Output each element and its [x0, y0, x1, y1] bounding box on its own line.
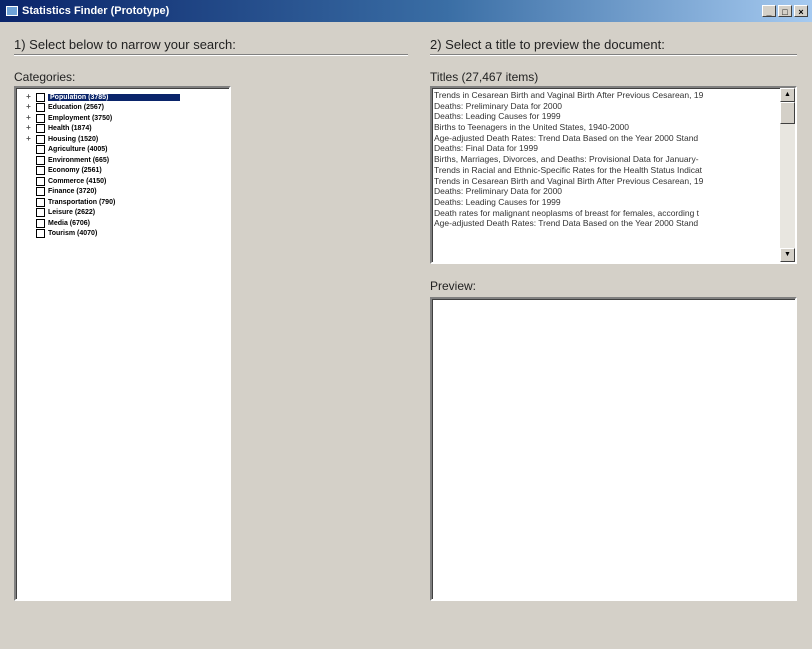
- category-label: Commerce (4150): [48, 177, 107, 185]
- title-list-item[interactable]: Deaths: Preliminary Data for 2000: [434, 101, 779, 112]
- title-list-item[interactable]: Births, Marriages, Divorces, and Deaths:…: [434, 154, 779, 165]
- category-label: Health (1874): [48, 125, 92, 133]
- category-label: Environment (665): [48, 156, 110, 164]
- category-label: Media (6706): [48, 219, 91, 227]
- category-item[interactable]: +Agriculture (4005): [18, 145, 227, 156]
- expand-plus-icon[interactable]: +: [24, 134, 33, 144]
- step2-divider: [430, 54, 797, 56]
- title-list-item[interactable]: Deaths: Leading Causes for 1999: [434, 197, 779, 208]
- category-checkbox[interactable]: [36, 134, 45, 144]
- category-item[interactable]: +Transportation (790): [18, 197, 227, 208]
- window-title: Statistics Finder (Prototype): [22, 5, 170, 17]
- category-checkbox[interactable]: [36, 124, 45, 134]
- category-label: Education (2567): [48, 104, 105, 112]
- title-list-item[interactable]: Deaths: Leading Causes for 1999: [434, 111, 779, 122]
- category-label: Agriculture (4005): [48, 146, 108, 154]
- title-list-item[interactable]: Deaths: Preliminary Data for 2000: [434, 186, 779, 197]
- category-checkbox[interactable]: [36, 145, 45, 155]
- scroll-up-arrow-icon[interactable]: ▲: [780, 88, 795, 102]
- category-item[interactable]: +Tourism (4070): [18, 229, 227, 240]
- minimize-button[interactable]: _: [762, 5, 776, 17]
- title-bar[interactable]: Statistics Finder (Prototype) _ □ ×: [0, 0, 812, 22]
- category-item[interactable]: +Commerce (4150): [18, 176, 227, 187]
- scroll-thumb[interactable]: [780, 102, 795, 124]
- title-list-item[interactable]: Trends in Racial and Ethnic-Specific Rat…: [434, 165, 779, 176]
- title-list-item[interactable]: Death rates for malignant neoplasms of b…: [434, 208, 779, 219]
- category-label: Housing (1520): [48, 135, 99, 143]
- step1-divider: [14, 54, 408, 56]
- category-item[interactable]: + Health (1874): [18, 124, 227, 135]
- step2-heading: 2) Select a title to preview the documen…: [430, 37, 665, 52]
- scroll-down-arrow-icon[interactable]: ▼: [780, 248, 795, 262]
- titles-listbox[interactable]: Trends in Cesarean Birth and Vaginal Bir…: [430, 86, 797, 264]
- category-item[interactable]: +Environment (665): [18, 155, 227, 166]
- titles-label: Titles (27,467 items): [430, 70, 539, 84]
- category-checkbox[interactable]: [36, 176, 45, 186]
- preview-label: Preview:: [430, 279, 477, 293]
- category-item[interactable]: +Media (6706): [18, 218, 227, 229]
- category-label: Leisure (2622): [48, 209, 96, 217]
- category-checkbox[interactable]: [36, 166, 45, 176]
- title-list-item[interactable]: Age-adjusted Death Rates: Trend Data Bas…: [434, 133, 779, 144]
- titles-scrollbar[interactable]: ▲ ▼: [780, 88, 795, 262]
- category-checkbox[interactable]: [36, 208, 45, 218]
- maximize-button[interactable]: □: [778, 5, 792, 17]
- category-item[interactable]: + Housing (1520): [18, 134, 227, 145]
- app-icon: [6, 6, 18, 16]
- preview-pane[interactable]: [430, 297, 797, 601]
- window-controls: _ □ ×: [762, 5, 812, 17]
- title-list-item[interactable]: Births to Teenagers in the United States…: [434, 122, 779, 133]
- category-checkbox[interactable]: [36, 155, 45, 165]
- category-checkbox[interactable]: [36, 113, 45, 123]
- close-button[interactable]: ×: [794, 5, 808, 17]
- category-checkbox[interactable]: [36, 187, 45, 197]
- category-label: Transportation (790): [48, 198, 116, 206]
- categories-tree[interactable]: + Population (3785) + Education (2567) + Empl…: [14, 86, 231, 601]
- expand-plus-icon[interactable]: +: [24, 124, 33, 133]
- expand-plus-icon[interactable]: +: [24, 103, 33, 112]
- category-item[interactable]: +Leisure (2622): [18, 208, 227, 219]
- category-item[interactable]: + Population (3785): [18, 92, 227, 103]
- category-item[interactable]: + Employment (3750): [18, 113, 227, 124]
- category-checkbox[interactable]: [36, 218, 45, 228]
- title-list-item[interactable]: Age-adjusted Death Rates: Trend Data Bas…: [434, 218, 779, 229]
- category-label: Economy (2561): [48, 167, 102, 175]
- category-item[interactable]: + Education (2567): [18, 103, 227, 114]
- step1-heading: 1) Select below to narrow your search:: [14, 37, 236, 52]
- category-item[interactable]: +Economy (2561): [18, 166, 227, 177]
- category-item[interactable]: +Finance (3720): [18, 187, 227, 198]
- category-label: Employment (3750): [48, 114, 113, 122]
- title-list-item[interactable]: Trends in Cesarean Birth and Vaginal Bir…: [434, 90, 779, 101]
- category-checkbox[interactable]: [36, 103, 45, 113]
- category-label: Population (3785): [48, 93, 180, 101]
- expand-plus-icon[interactable]: +: [24, 113, 33, 123]
- category-label: Finance (3720): [48, 188, 97, 196]
- title-list-item[interactable]: Deaths: Final Data for 1999: [434, 143, 779, 154]
- category-checkbox[interactable]: [36, 92, 45, 102]
- title-list-item[interactable]: Trends in Cesarean Birth and Vaginal Bir…: [434, 176, 779, 187]
- expand-plus-icon[interactable]: +: [24, 92, 33, 102]
- categories-label: Categories:: [14, 70, 76, 84]
- category-checkbox[interactable]: [36, 229, 45, 239]
- category-label: Tourism (4070): [48, 230, 98, 238]
- category-checkbox[interactable]: [36, 197, 45, 207]
